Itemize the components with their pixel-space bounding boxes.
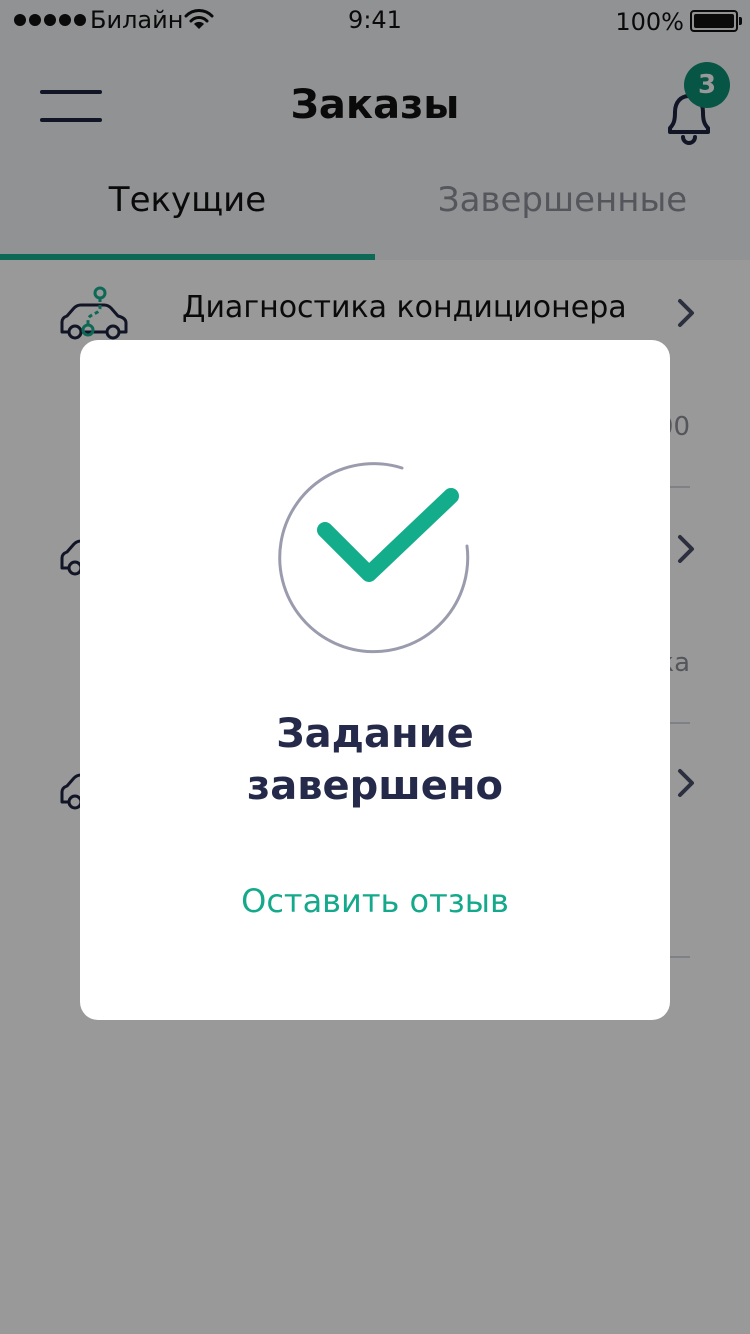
- leave-review-link[interactable]: Оставить отзыв: [80, 882, 670, 920]
- task-completed-dialog: Задание завершено Оставить отзыв: [80, 340, 670, 1020]
- orders-screen: Билайн 9:41 100% Заказы 3 Текущие Заверш…: [0, 0, 750, 1334]
- checkmark-circle-icon: [278, 462, 470, 654]
- dialog-title: Задание завершено: [80, 708, 670, 812]
- dialog-title-line: Задание: [276, 711, 474, 757]
- dialog-title-line: завершено: [246, 763, 504, 809]
